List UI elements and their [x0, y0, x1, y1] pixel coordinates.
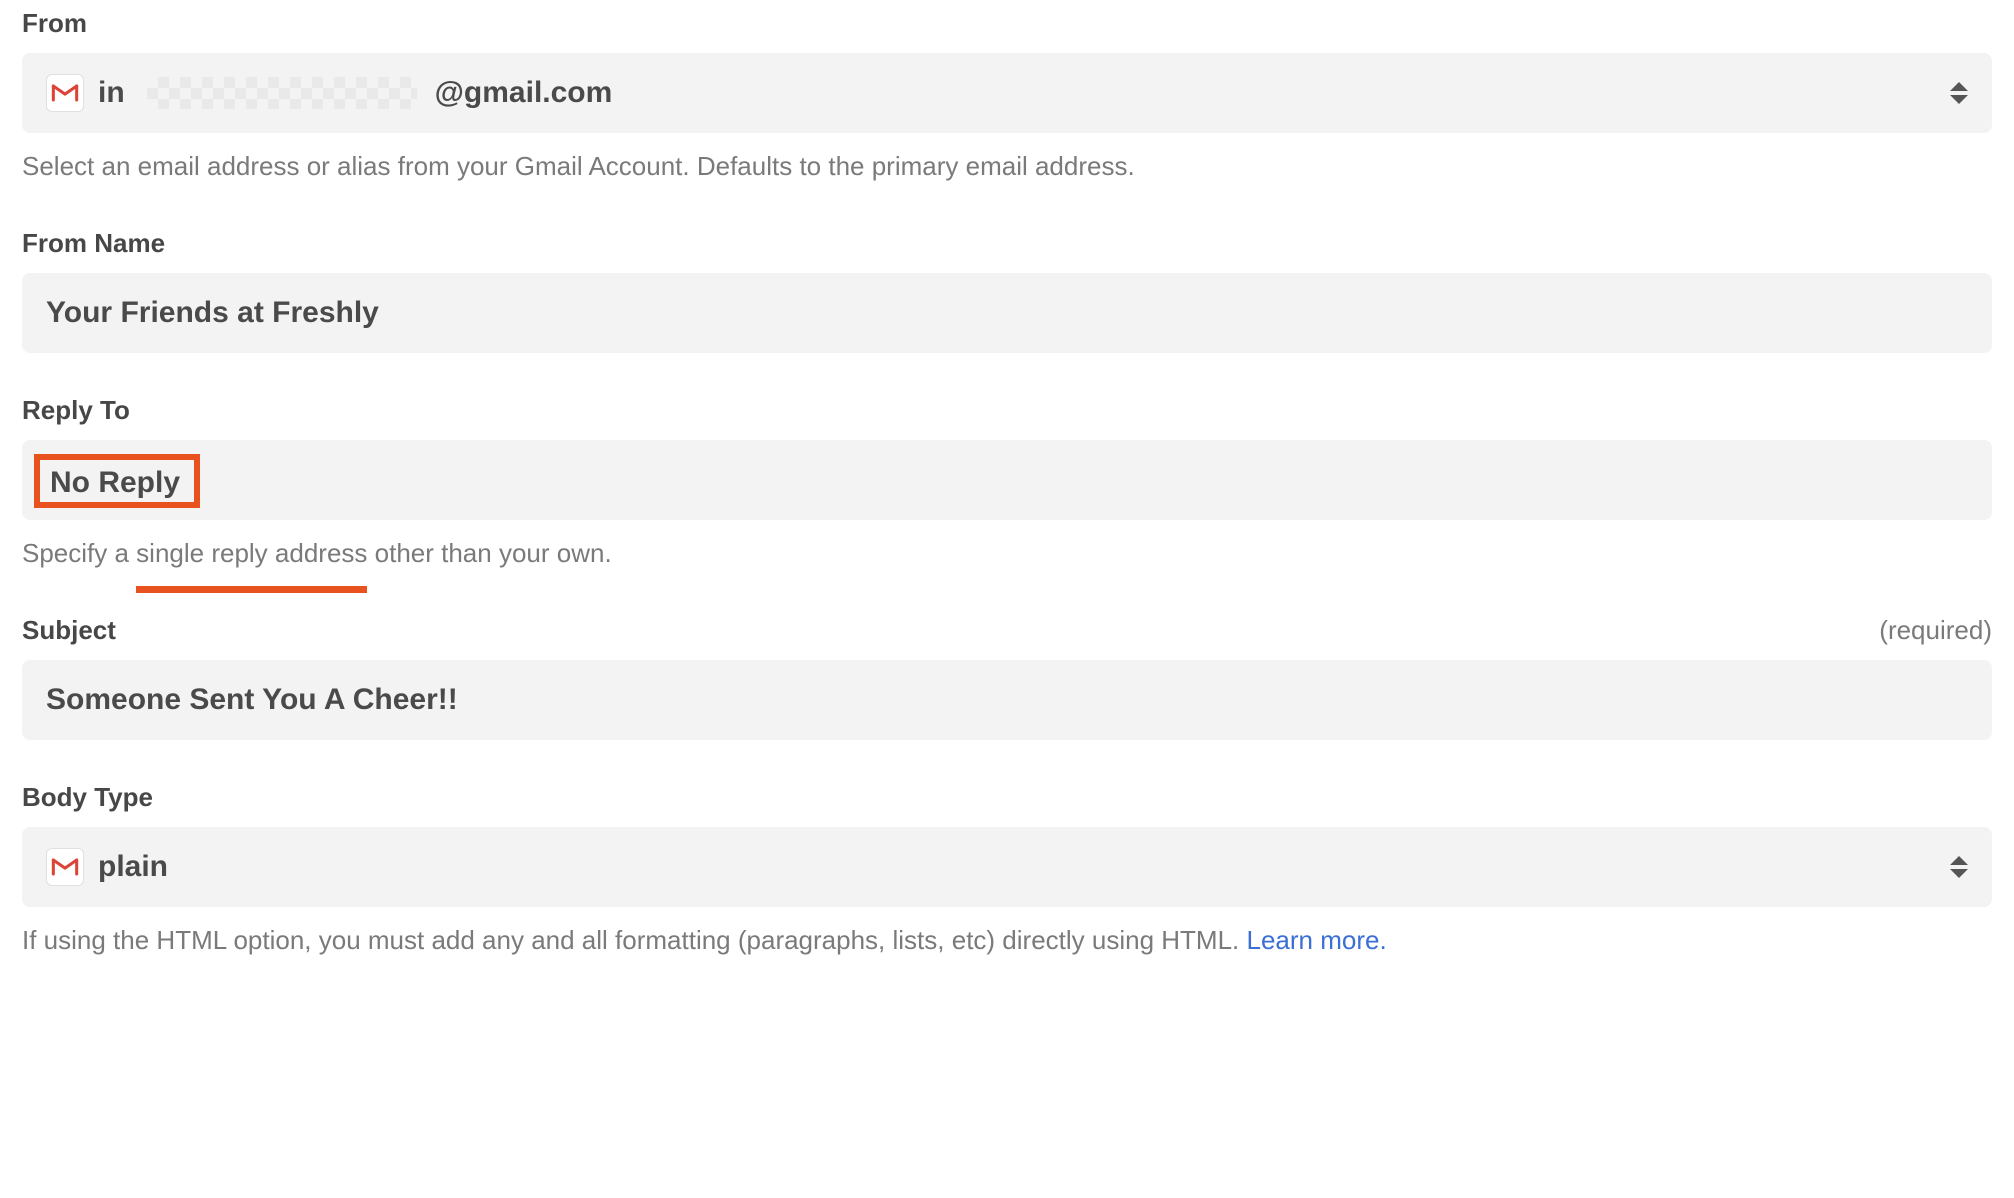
from-group: From in @gmail.com Select an email addre… [22, 8, 1992, 186]
learn-more-link[interactable]: Learn more. [1246, 925, 1386, 955]
body-type-group: Body Type plain If using the HTML option… [22, 782, 1992, 960]
from-value-suffix: @gmail.com [435, 76, 613, 110]
from-name-input-wrapper[interactable] [22, 273, 1992, 353]
subject-input[interactable] [46, 683, 1968, 717]
from-label: From [22, 8, 87, 39]
reply-to-help-text: Specify a single reply address other tha… [22, 534, 1992, 573]
body-type-label: Body Type [22, 782, 153, 813]
body-type-select-value: plain [46, 848, 1950, 886]
reply-to-input-wrapper[interactable]: No Reply [22, 440, 1992, 520]
from-name-group: From Name [22, 228, 1992, 353]
reply-to-value: No Reply [50, 466, 180, 499]
reply-to-label: Reply To [22, 395, 130, 426]
body-type-help-text: If using the HTML option, you must add a… [22, 921, 1992, 960]
from-name-label: From Name [22, 228, 165, 259]
stepper-icon [1950, 82, 1968, 104]
subject-required-tag: (required) [1879, 615, 1992, 646]
subject-label: Subject [22, 615, 116, 646]
subject-input-wrapper[interactable] [22, 660, 1992, 740]
body-type-select[interactable]: plain [22, 827, 1992, 907]
reply-to-group: Reply To No Reply Specify a single reply… [22, 395, 1992, 573]
reply-to-help-underline: single reply address [136, 534, 367, 573]
subject-group: Subject (required) [22, 615, 1992, 740]
gmail-icon [46, 74, 84, 112]
from-select-value: in @gmail.com [46, 74, 1950, 112]
reply-to-highlight: No Reply [34, 454, 200, 508]
from-value-prefix: in [98, 76, 125, 110]
body-type-value: plain [98, 850, 168, 884]
from-obscured-region [147, 77, 417, 109]
from-name-input[interactable] [46, 296, 1968, 330]
from-select[interactable]: in @gmail.com [22, 53, 1992, 133]
stepper-icon [1950, 856, 1968, 878]
gmail-icon [46, 848, 84, 886]
from-help-text: Select an email address or alias from yo… [22, 147, 1992, 186]
